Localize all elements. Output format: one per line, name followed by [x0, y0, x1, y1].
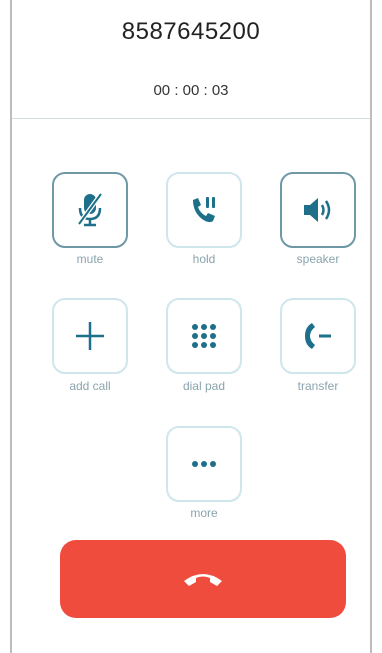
add-call-label: add call: [69, 379, 111, 393]
dial-pad-button[interactable]: [166, 298, 242, 374]
call-screen: 8587645200 00 : 00 : 03 mute hold speake…: [10, 0, 372, 653]
mute-button[interactable]: [52, 172, 128, 248]
phone-hold-icon: [187, 193, 221, 227]
hold-button[interactable]: [166, 172, 242, 248]
transfer-icon: [301, 319, 335, 353]
mute-label: mute: [76, 252, 104, 266]
more-dots-icon: [189, 459, 219, 469]
dial-pad-label: dial pad: [182, 379, 226, 393]
hang-up-icon: [181, 569, 225, 589]
microphone-muted-icon: [73, 190, 107, 230]
more-button[interactable]: [166, 426, 242, 502]
keypad-icon: [189, 321, 219, 351]
transfer-label: transfer: [297, 379, 339, 393]
call-header: 8587645200 00 : 00 : 03: [12, 0, 370, 119]
speaker-label: speaker: [296, 252, 340, 266]
hold-label: hold: [192, 252, 216, 266]
call-timer: 00 : 00 : 03: [153, 82, 229, 99]
speaker-button[interactable]: [280, 172, 356, 248]
more-label: more: [190, 506, 218, 520]
end-call-button[interactable]: [60, 540, 346, 618]
speaker-icon: [300, 195, 336, 225]
plus-icon: [73, 319, 107, 353]
add-call-button[interactable]: [52, 298, 128, 374]
transfer-button[interactable]: [280, 298, 356, 374]
phone-number: 8587645200: [121, 18, 261, 45]
